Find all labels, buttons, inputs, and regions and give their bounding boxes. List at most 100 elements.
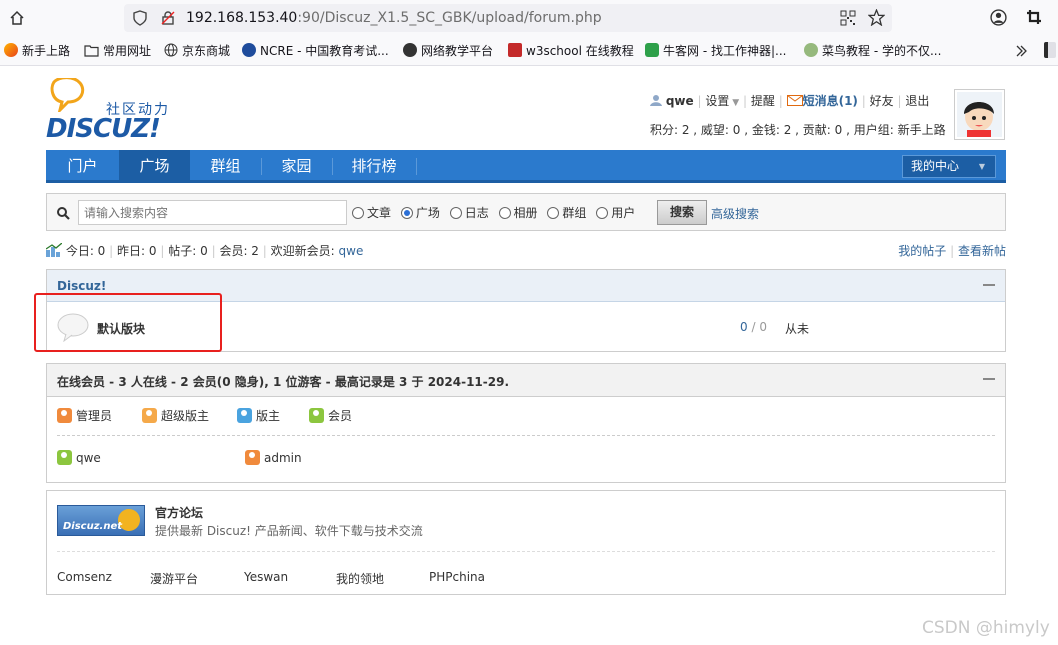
search-option-label: 日志	[464, 206, 489, 220]
search-option-label: 相册	[513, 206, 538, 220]
search-option-album[interactable]: 相册	[498, 206, 538, 220]
collapse-icon[interactable]	[983, 378, 995, 380]
nav-divider	[416, 158, 417, 175]
online-user-name: qwe	[76, 451, 101, 465]
bookmark-item[interactable]: 京东商城	[164, 43, 230, 59]
forum-last-post: 从未	[785, 322, 810, 336]
search-button[interactable]: 搜索	[657, 200, 707, 225]
address-bar[interactable]: 192.168.153.40:90/Discuz_X1.5_SC_GBK/upl…	[124, 4, 892, 32]
chevron-down-icon[interactable]: ▼	[729, 98, 739, 108]
insecure-lock-icon[interactable]	[160, 10, 176, 26]
crop-icon[interactable]	[1026, 9, 1042, 25]
online-user-admin[interactable]: admin	[245, 450, 302, 466]
messages-link[interactable]: 短消息(1)	[803, 94, 858, 108]
search-option-user[interactable]: 用户	[596, 206, 635, 220]
discuz-logo[interactable]: 社区动力 DISCUZ!	[46, 78, 186, 144]
nav-item-square[interactable]: 广场	[119, 150, 190, 183]
runoob-icon	[804, 43, 818, 57]
w3school-icon	[508, 43, 522, 57]
main-nav: 门户 广场 群组 家园 排行榜 我的中心 ▼	[46, 150, 1006, 183]
chart-icon	[45, 242, 63, 257]
browser-toolbar: 192.168.153.40:90/Discuz_X1.5_SC_GBK/upl…	[0, 0, 1058, 36]
link-my-domain[interactable]: 我的领地	[336, 570, 384, 587]
search-option-group[interactable]: 群组	[547, 206, 586, 220]
bookmark-item[interactable]: 菜鸟教程 - 学的不仅...	[804, 43, 941, 59]
bookmark-item[interactable]: NCRE - 中国教育考试...	[242, 43, 389, 59]
link-phpchina[interactable]: PHPchina	[429, 570, 485, 584]
avatar-face-icon	[957, 92, 1002, 137]
avatar[interactable]	[954, 89, 1005, 140]
highlight-box	[34, 293, 222, 352]
chevron-down-icon: ▼	[978, 162, 985, 171]
username-link[interactable]: qwe	[666, 94, 694, 108]
collapse-icon[interactable]	[983, 284, 995, 286]
official-forum-link[interactable]: 官方论坛	[155, 504, 203, 521]
my-center-button[interactable]: 我的中心 ▼	[902, 155, 996, 178]
dashed-divider	[57, 435, 995, 436]
divider: |	[160, 244, 165, 258]
stat-today: 今日: 0	[65, 244, 106, 258]
bookmark-item[interactable]: 新手上路	[4, 43, 70, 59]
nav-item-home[interactable]: 家园	[261, 150, 332, 183]
user-stats: 积分: 2 , 威望: 0 , 金钱: 2 , 贡献: 0 , 用户组: 新手上…	[650, 123, 946, 137]
bookmark-item[interactable]: 网络教学平台	[403, 43, 493, 59]
badge-text: Discuz.net	[63, 521, 123, 532]
new-posts-link[interactable]: 查看新帖	[958, 244, 1006, 258]
discuz-net-badge[interactable]: Discuz.net	[57, 505, 145, 536]
search-option-square[interactable]: 广场	[400, 206, 440, 220]
envelope-icon	[786, 95, 803, 106]
folder-icon	[84, 45, 99, 57]
divider: |	[743, 94, 748, 108]
search-input[interactable]	[78, 200, 347, 225]
bookmark-label: 网络教学平台	[421, 44, 494, 58]
online-members-panel: 在线会员 - 3 人在线 - 2 会员(0 隐身), 1 位游客 - 最高记录是…	[46, 363, 1006, 483]
bookmark-item[interactable]: w3school 在线教程	[508, 43, 634, 59]
online-user-qwe[interactable]: qwe	[57, 450, 101, 466]
legend-label: 会员	[328, 409, 353, 423]
qr-code-icon[interactable]	[840, 10, 856, 26]
nav-item-portal[interactable]: 门户	[46, 150, 119, 183]
user-member-icon	[57, 450, 72, 465]
friends-link[interactable]: 好友	[870, 94, 894, 108]
star-bookmark-icon[interactable]	[868, 9, 885, 26]
chevron-more-icon[interactable]	[1014, 44, 1028, 58]
official-forum-desc: 提供最新 Discuz! 产品新闻、软件下载与技术交流	[155, 524, 423, 538]
category-title[interactable]: Discuz!	[57, 279, 106, 293]
new-member-link[interactable]: qwe	[339, 244, 364, 258]
forum-counts: 0 / 0	[740, 320, 767, 334]
dashed-divider	[57, 551, 995, 552]
home-icon[interactable]	[9, 10, 25, 26]
settings-link[interactable]: 设置	[705, 94, 729, 108]
nav-item-ranking[interactable]: 排行榜	[332, 150, 416, 183]
search-option-article[interactable]: 文章	[352, 206, 391, 220]
search-icon	[57, 207, 70, 220]
url-host: 192.168.153.40	[186, 10, 298, 26]
firefox-icon	[4, 43, 18, 57]
sidebar-icon[interactable]	[1044, 42, 1056, 58]
advanced-search-link[interactable]: 高级搜索	[711, 205, 759, 222]
online-title: 在线会员 - 3 人在线 - 2 会员(0 隐身), 1 位游客 - 最高记录是…	[57, 375, 510, 389]
bookmark-label: 新手上路	[22, 44, 71, 58]
my-posts-link[interactable]: 我的帖子	[898, 244, 946, 258]
account-icon[interactable]	[990, 9, 1007, 26]
legend-label: 管理员	[76, 409, 113, 423]
divider: |	[778, 94, 783, 108]
radio-icon	[498, 207, 511, 219]
logo-bubble-icon	[50, 78, 85, 112]
bookmark-item[interactable]: 牛客网 - 找工作神器|...	[645, 43, 786, 59]
bookmark-item[interactable]: 常用网址	[84, 43, 151, 59]
link-manyou[interactable]: 漫游平台	[150, 570, 198, 587]
nav-item-groups[interactable]: 群组	[190, 150, 261, 183]
remind-link[interactable]: 提醒	[751, 94, 775, 108]
link-yeswan[interactable]: Yeswan	[244, 570, 288, 584]
link-comsenz[interactable]: Comsenz	[57, 570, 112, 584]
logout-link[interactable]: 退出	[905, 94, 929, 108]
url-text[interactable]: 192.168.153.40:90/Discuz_X1.5_SC_GBK/upl…	[186, 9, 602, 27]
radio-icon	[352, 207, 364, 219]
legend-super-moderator: 超级版主	[142, 408, 209, 424]
search-type-options: 文章 广场 日志 相册 群组 用户	[352, 205, 635, 221]
legend-label: 版主	[256, 409, 281, 423]
search-option-blog[interactable]: 日志	[449, 206, 489, 220]
shield-icon[interactable]	[132, 10, 148, 26]
legend-label: 超级版主	[161, 409, 210, 423]
